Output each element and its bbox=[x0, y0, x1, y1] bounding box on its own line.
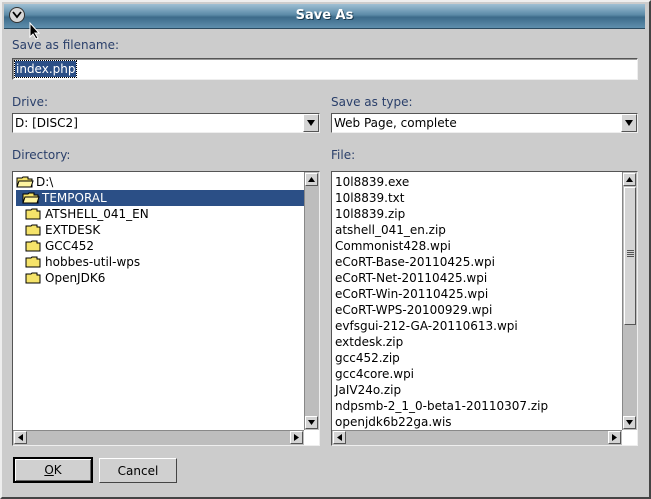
file-list[interactable]: 10l8839.exe 10l8839.txt 10l8839.zip atsh… bbox=[331, 171, 638, 446]
file-item[interactable]: gcc452.zip bbox=[335, 350, 400, 366]
triangle-left-icon bbox=[18, 434, 23, 441]
file-item[interactable]: eCoRT-Win-20110425.wpi bbox=[335, 286, 488, 302]
directory-item-label: OpenJDK6 bbox=[45, 271, 106, 285]
grip-line bbox=[627, 254, 634, 255]
folder-icon bbox=[25, 256, 41, 268]
drive-dropdown[interactable]: D: [DISC2] bbox=[12, 113, 320, 133]
file-item[interactable]: JaIV24o.zip bbox=[335, 382, 401, 398]
directory-item-selected[interactable]: TEMPORAL bbox=[16, 190, 304, 206]
scroll-left-button[interactable] bbox=[333, 431, 346, 444]
file-item[interactable]: extdesk.zip bbox=[335, 334, 403, 350]
file-item[interactable]: 10l8839.zip bbox=[335, 206, 405, 222]
triangle-down-icon bbox=[307, 120, 315, 126]
triangle-down-icon bbox=[626, 420, 633, 425]
scroll-up-button[interactable] bbox=[305, 173, 318, 186]
file-item[interactable]: gcc4core.wpi bbox=[335, 366, 414, 382]
save-type-label: Save as type: bbox=[331, 95, 413, 109]
ok-button-label: K bbox=[53, 463, 62, 477]
ok-button[interactable]: OK bbox=[13, 457, 93, 483]
triangle-up-icon bbox=[308, 177, 315, 182]
directory-horizontal-scrollbar[interactable] bbox=[13, 430, 304, 445]
scroll-down-button[interactable] bbox=[623, 416, 636, 429]
title-bar[interactable]: Save As bbox=[4, 4, 645, 29]
file-horizontal-scrollbar[interactable] bbox=[332, 430, 622, 445]
open-folder-icon bbox=[22, 192, 40, 204]
triangle-left-icon bbox=[337, 434, 342, 441]
triangle-right-icon bbox=[612, 434, 617, 441]
drive-label: Drive: bbox=[12, 95, 49, 109]
file-item[interactable]: 10l8839.txt bbox=[335, 190, 404, 206]
file-item[interactable]: openjdk6b22ga.wis bbox=[335, 414, 452, 430]
file-vertical-scrollbar[interactable] bbox=[622, 172, 637, 430]
file-item[interactable]: evfsgui-212-GA-20110613.wpi bbox=[335, 318, 518, 334]
scroll-left-button[interactable] bbox=[14, 431, 27, 444]
ok-button-mnemonic: O bbox=[44, 463, 54, 477]
scroll-down-button[interactable] bbox=[305, 416, 318, 429]
file-item[interactable]: eCoRT-Net-20110425.wpi bbox=[335, 270, 487, 286]
folder-icon bbox=[25, 224, 41, 236]
directory-item-label: D:\ bbox=[36, 175, 54, 189]
triangle-down-icon bbox=[625, 120, 633, 126]
triangle-right-icon bbox=[294, 434, 299, 441]
folder-icon bbox=[25, 240, 41, 252]
file-item[interactable]: atshell_041_en.zip bbox=[335, 222, 446, 238]
directory-item-label: GCC452 bbox=[45, 239, 94, 253]
file-item[interactable]: ndpsmb-2_1_0-beta1-20110307.zip bbox=[335, 398, 548, 414]
scroll-right-button[interactable] bbox=[290, 431, 303, 444]
scroll-right-button[interactable] bbox=[608, 431, 621, 444]
drive-dropdown-button[interactable] bbox=[303, 114, 319, 132]
save-as-dialog: Save As Save as filename: index.php Driv… bbox=[0, 0, 651, 499]
save-type-dropdown-button[interactable] bbox=[621, 114, 637, 132]
grip-line bbox=[627, 256, 634, 257]
triangle-up-icon bbox=[626, 177, 633, 182]
grip-line bbox=[627, 252, 634, 253]
directory-item-label: ATSHELL_041_EN bbox=[45, 207, 149, 221]
file-item[interactable]: 10l8839.exe bbox=[335, 174, 409, 190]
dialog-title: Save As bbox=[295, 8, 354, 23]
file-label: File: bbox=[331, 148, 356, 162]
triangle-down-icon bbox=[308, 420, 315, 425]
filename-field[interactable]: index.php bbox=[12, 58, 638, 80]
file-item[interactable]: Commonist428.wpi bbox=[335, 238, 451, 254]
open-folder-icon bbox=[16, 176, 34, 188]
grip-line bbox=[627, 250, 634, 251]
scroll-thumb[interactable] bbox=[624, 187, 636, 325]
directory-item-label: hobbes-util-wps bbox=[45, 255, 141, 269]
folder-icon bbox=[25, 208, 41, 220]
cancel-button[interactable]: Cancel bbox=[99, 458, 177, 483]
directory-item-label: EXTDESK bbox=[45, 223, 101, 237]
directory-item-root[interactable]: D:\ bbox=[16, 174, 306, 190]
file-item[interactable]: eCoRT-WPS-20100929.wpi bbox=[335, 302, 492, 318]
scroll-up-button[interactable] bbox=[623, 173, 636, 186]
filename-label: Save as filename: bbox=[12, 38, 120, 52]
save-type-value: Web Page, complete bbox=[334, 116, 457, 130]
directory-list[interactable]: D:\ TEMPORAL ATSHELL_041_EN EXTDESK GCC4… bbox=[12, 171, 320, 446]
directory-label: Directory: bbox=[12, 148, 71, 162]
file-item[interactable]: eCoRT-Base-20110425.wpi bbox=[335, 254, 495, 270]
folder-icon bbox=[25, 272, 41, 284]
directory-vertical-scrollbar[interactable] bbox=[304, 172, 319, 430]
filename-value: index.php bbox=[13, 60, 78, 78]
directory-item-label: TEMPORAL bbox=[42, 191, 107, 205]
save-type-dropdown[interactable]: Web Page, complete bbox=[331, 113, 638, 133]
drive-value: D: [DISC2] bbox=[15, 116, 78, 130]
